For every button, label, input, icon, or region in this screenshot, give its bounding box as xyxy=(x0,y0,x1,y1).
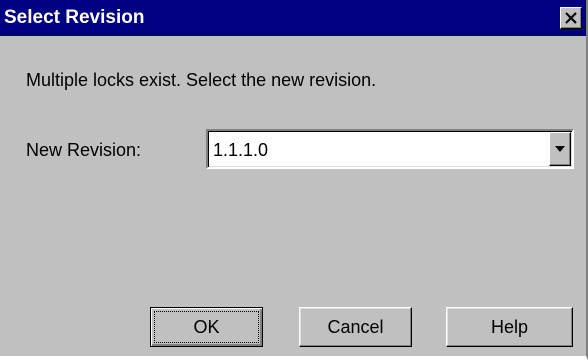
title-bar[interactable]: Select Revision xyxy=(0,0,586,36)
help-button[interactable]: Help xyxy=(446,307,573,347)
select-revision-dialog: Select Revision Multiple locks exist. Se… xyxy=(0,0,588,360)
ok-button[interactable]: OK xyxy=(150,307,263,347)
help-button-label: Help xyxy=(490,317,529,337)
chevron-down-icon xyxy=(555,146,565,152)
ok-button-label: OK xyxy=(193,317,220,337)
new-revision-select[interactable]: 1.1.1.0 xyxy=(206,129,574,169)
dropdown-button[interactable] xyxy=(549,132,571,166)
instruction-message: Multiple locks exist. Select the new rev… xyxy=(26,70,377,90)
cancel-button-label: Cancel xyxy=(327,317,384,337)
close-icon xyxy=(565,12,577,24)
new-revision-label: New Revision: xyxy=(26,140,142,160)
dialog-title: Select Revision xyxy=(4,7,145,28)
new-revision-value: 1.1.1.0 xyxy=(213,140,269,160)
close-button[interactable] xyxy=(560,7,582,29)
cancel-button[interactable]: Cancel xyxy=(299,307,412,347)
